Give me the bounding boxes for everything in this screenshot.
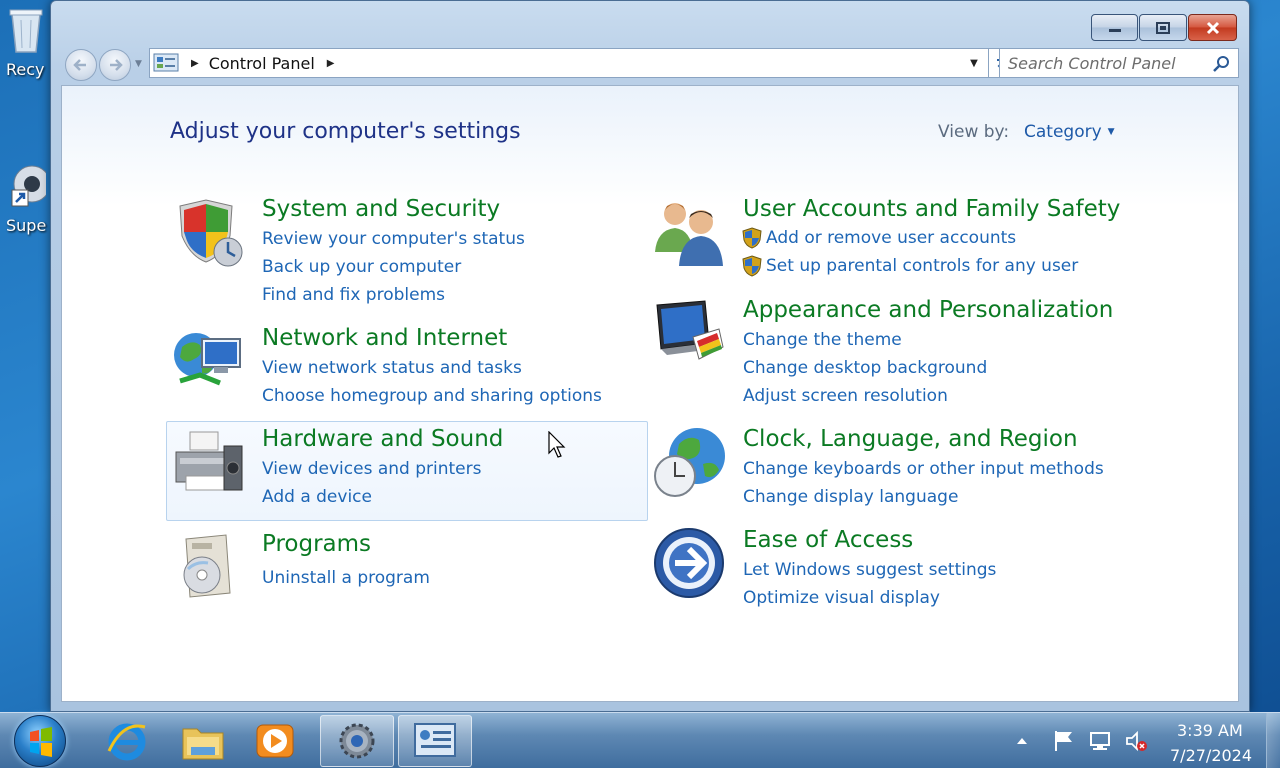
maximize-button[interactable]	[1139, 14, 1187, 41]
view-by-label: View by:	[938, 122, 1010, 142]
start-button[interactable]	[14, 715, 66, 767]
breadcrumb-separator[interactable]: ▶	[327, 58, 335, 69]
view-by-dropdown[interactable]: Category ▼	[1024, 122, 1115, 142]
show-hidden-icons-button[interactable]	[1015, 735, 1029, 747]
task-link[interactable]: Adjust screen resolution	[743, 386, 948, 406]
desktop-icon-recycle-bin[interactable]: Recy	[6, 6, 56, 79]
task-link[interactable]: Back up your computer	[262, 257, 461, 277]
category-title-link[interactable]: Hardware and Sound	[262, 426, 503, 452]
uac-shield-icon	[742, 255, 762, 277]
volume-muted-icon[interactable]	[1124, 729, 1148, 753]
task-link[interactable]: Find and fix problems	[262, 285, 445, 305]
task-link[interactable]: Change the theme	[743, 330, 902, 350]
settings-gear-icon	[339, 723, 375, 759]
task-link[interactable]: Add a device	[262, 487, 372, 507]
internet-explorer-icon	[107, 723, 146, 761]
search-input[interactable]	[1008, 50, 1208, 76]
minimize-icon	[1108, 28, 1121, 32]
task-link[interactable]: Choose homegroup and sharing options	[262, 386, 602, 406]
ease-of-access-icon	[654, 528, 724, 598]
clock-globe-icon	[654, 428, 725, 497]
view-by-value: Category	[1024, 122, 1102, 142]
task-link[interactable]: Change desktop background	[743, 358, 987, 378]
task-link[interactable]: Change display language	[743, 487, 958, 507]
desktop-icon-shortcut[interactable]: Supe	[6, 162, 56, 235]
control-panel-icon	[414, 723, 456, 757]
show-desktop-button[interactable]	[1266, 713, 1280, 768]
category-title-link[interactable]: Appearance and Personalization	[743, 297, 1113, 323]
mouse-cursor-icon	[548, 431, 566, 458]
programs-disc-icon	[183, 534, 231, 598]
clock-date[interactable]: 7/27/2024	[1170, 746, 1252, 765]
taskbar-file-explorer[interactable]	[166, 715, 240, 767]
category-title-link[interactable]: User Accounts and Family Safety	[743, 196, 1120, 222]
task-link[interactable]: Optimize visual display	[743, 588, 940, 608]
printer-icon	[175, 431, 243, 491]
task-link[interactable]: View devices and printers	[262, 459, 481, 479]
monitor-palette-icon	[656, 300, 724, 360]
close-button[interactable]	[1188, 14, 1237, 41]
taskbar-media-player[interactable]	[238, 715, 312, 767]
task-link[interactable]: Uninstall a program	[262, 568, 430, 588]
network-globe-icon	[174, 333, 241, 386]
address-dropdown-button[interactable]: ▼	[962, 49, 986, 77]
recycle-bin-icon	[9, 9, 43, 53]
forward-arrow-icon	[110, 59, 123, 71]
taskbar: 3:39 AM 7/27/2024	[0, 712, 1280, 768]
search-box	[999, 48, 1239, 78]
page-title: Adjust your computer's settings	[170, 119, 521, 144]
navigation-bar: ▼ ▶ Control Panel ▶ ▼	[63, 47, 1239, 81]
maximize-icon	[1156, 21, 1170, 34]
search-icon[interactable]	[1212, 55, 1230, 73]
content-header-gradient	[62, 86, 1238, 206]
shield-computer-icon	[179, 199, 243, 267]
taskbar-settings[interactable]	[320, 715, 394, 767]
category-title-link[interactable]: Clock, Language, and Region	[743, 426, 1078, 452]
desktop-icon-label: Recy	[6, 60, 45, 79]
task-link[interactable]: Let Windows suggest settings	[743, 560, 996, 580]
task-link[interactable]: View network status and tasks	[262, 358, 522, 378]
media-player-icon	[256, 724, 294, 758]
control-panel-window: ▼ ▶ Control Panel ▶ ▼ Search Control Pan…	[50, 0, 1250, 712]
task-link[interactable]: Add or remove user accounts	[742, 227, 1017, 249]
task-link[interactable]: Change keyboards or other input methods	[743, 459, 1104, 479]
back-arrow-icon	[73, 59, 86, 71]
network-icon[interactable]	[1088, 729, 1112, 753]
chevron-down-icon: ▼	[1107, 127, 1115, 137]
taskbar-internet-explorer[interactable]	[90, 715, 164, 767]
caption-buttons	[1091, 14, 1237, 41]
category-title-link[interactable]: Programs	[262, 531, 371, 557]
taskbar-control-panel[interactable]	[398, 715, 472, 767]
close-icon	[1206, 21, 1219, 34]
category-title-link[interactable]: Network and Internet	[262, 325, 507, 351]
address-bar[interactable]: ▶ Control Panel ▶ ▼	[149, 48, 989, 78]
content-pane: Adjust your computer's settings View by:…	[61, 85, 1239, 702]
task-link-label: Add or remove user accounts	[766, 228, 1017, 248]
breadcrumb-control-panel[interactable]: Control Panel	[209, 54, 315, 73]
task-link-label: Set up parental controls for any user	[766, 256, 1079, 276]
task-link[interactable]: Set up parental controls for any user	[742, 255, 1079, 277]
minimize-button[interactable]	[1091, 14, 1138, 41]
control-panel-icon	[153, 53, 179, 72]
clock-time[interactable]: 3:39 AM	[1177, 721, 1243, 740]
desktop-icon-label: Supe	[6, 216, 47, 235]
windows-logo-icon	[30, 727, 52, 757]
uac-shield-icon	[742, 227, 762, 249]
breadcrumb-separator[interactable]: ▶	[191, 58, 199, 69]
forward-button[interactable]	[99, 49, 131, 81]
task-link[interactable]: Review your computer's status	[262, 229, 525, 249]
category-title-link[interactable]: System and Security	[262, 196, 500, 222]
shortcut-icon	[11, 165, 51, 207]
category-title-link[interactable]: Ease of Access	[743, 527, 913, 553]
recent-pages-dropdown[interactable]: ▼	[135, 59, 143, 69]
file-explorer-icon	[182, 728, 224, 760]
users-icon	[655, 203, 723, 266]
back-button[interactable]	[65, 49, 97, 81]
action-center-flag-icon[interactable]	[1052, 729, 1076, 753]
